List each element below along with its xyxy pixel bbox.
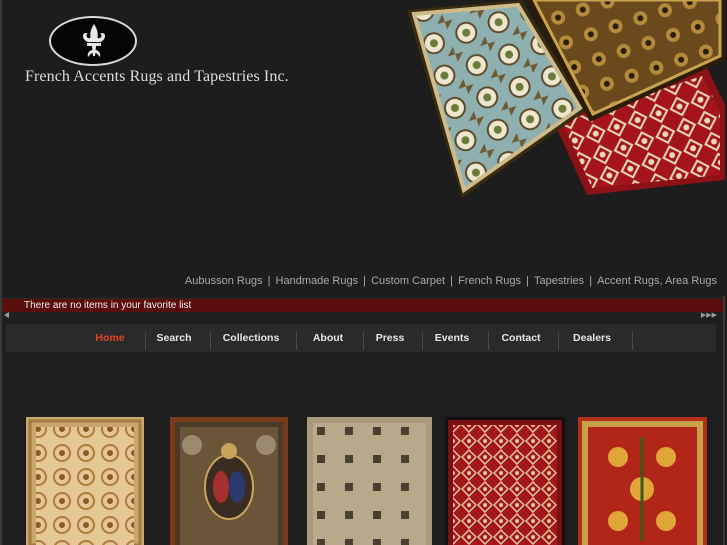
fleur-de-lis-icon — [83, 24, 105, 57]
product-thumb-red-floral[interactable] — [578, 417, 707, 545]
product-thumb-beige[interactable] — [307, 417, 432, 545]
separator: | — [447, 275, 457, 287]
tagline-link-french[interactable]: French Rugs — [458, 275, 521, 287]
nav-about[interactable]: About — [297, 324, 359, 352]
rug-image — [578, 417, 707, 545]
company-name: French Accents Rugs and Tapestries Inc. — [25, 68, 289, 85]
nav-contact[interactable]: Contact — [489, 324, 553, 352]
product-thumb-aubusson[interactable] — [26, 417, 144, 545]
tagline-link-custom[interactable]: Custom Carpet — [371, 275, 445, 287]
nav-separator — [632, 332, 633, 350]
product-thumb-tapestry[interactable] — [170, 417, 288, 545]
nav-search[interactable]: Search — [146, 324, 202, 352]
favorites-bar: There are no items in your favorite list — [2, 298, 723, 313]
tagline-link-aubusson[interactable]: Aubusson Rugs — [185, 275, 263, 287]
main-nav: Home Search Collections About Press Even… — [6, 324, 716, 352]
separator: | — [360, 275, 370, 287]
tagline-link-tapestries[interactable]: Tapestries — [534, 275, 584, 287]
nav-home[interactable]: Home — [84, 324, 136, 352]
scroll-left-icon[interactable] — [4, 312, 9, 318]
separator: | — [264, 275, 274, 287]
product-gallery — [0, 417, 727, 545]
nav-collections[interactable]: Collections — [211, 324, 291, 352]
rug-image — [307, 417, 432, 545]
tagline-link-accent[interactable]: Accent Rugs, Area Rugs — [597, 275, 717, 287]
product-thumb-red-lattice[interactable] — [445, 417, 565, 545]
rug-image — [445, 417, 565, 545]
tagline: Aubusson Rugs | Handmade Rugs | Custom C… — [185, 275, 717, 287]
site-header: French Accents Rugs and Tapestries Inc. — [2, 0, 725, 296]
rug-image — [26, 417, 144, 545]
favorites-scroller: ▶▶▶ — [2, 312, 723, 319]
site-logo[interactable] — [49, 16, 137, 66]
nav-press[interactable]: Press — [364, 324, 416, 352]
nav-events[interactable]: Events — [423, 324, 481, 352]
favorites-message: There are no items in your favorite list — [24, 300, 192, 311]
nav-dealers[interactable]: Dealers — [559, 324, 625, 352]
tagline-link-handmade[interactable]: Handmade Rugs — [276, 275, 359, 287]
separator: | — [586, 275, 596, 287]
separator: | — [523, 275, 533, 287]
tapestry-image — [170, 417, 288, 545]
scroll-right-icon[interactable]: ▶▶▶ — [701, 312, 717, 319]
header-rugs-image — [407, 0, 725, 198]
